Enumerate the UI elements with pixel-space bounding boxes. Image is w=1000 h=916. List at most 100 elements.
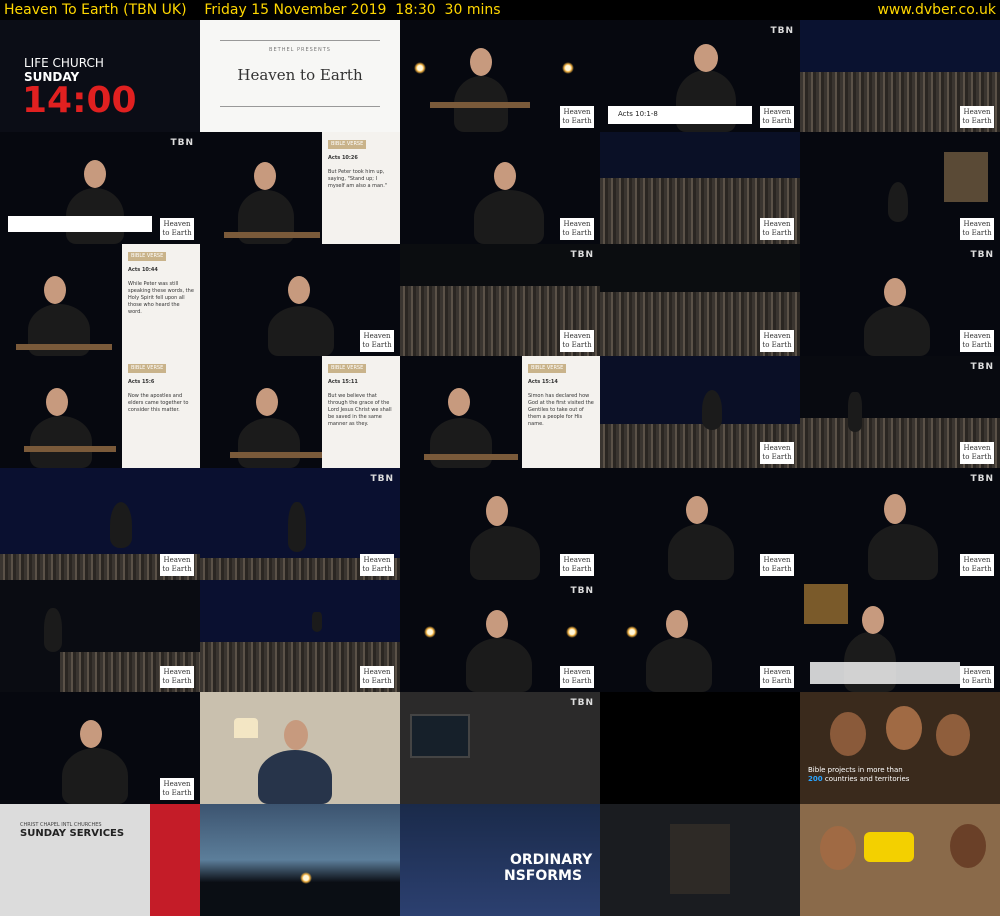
- speaker-head: [666, 610, 688, 638]
- heaven-to-earth-logo: Heaven to Earth: [360, 330, 394, 352]
- speaker-head: [884, 278, 906, 306]
- speaker-figure: [44, 608, 62, 652]
- heaven-to-earth-logo: Heaven to Earth: [360, 666, 394, 688]
- speaker-head: [256, 388, 278, 416]
- thumbnail-r7c2[interactable]: [200, 692, 400, 804]
- thumbnail-r8c5[interactable]: [800, 804, 1000, 916]
- verse-card: BIBLE VERSE Acts 15:11 But we believe th…: [322, 356, 400, 468]
- thumbnail-r5c2[interactable]: TBN Heaven to Earth: [200, 468, 400, 580]
- speaker-figure: [62, 748, 128, 804]
- thumbnail-r1c5[interactable]: Heaven to Earth: [800, 20, 1000, 132]
- thumbnail-r2c3[interactable]: Heaven to Earth: [400, 132, 600, 244]
- speaker-figure: [474, 190, 544, 244]
- thumbnail-r6c4[interactable]: Heaven to Earth: [600, 580, 800, 692]
- speaker-figure: [110, 502, 132, 548]
- heaven-to-earth-logo: Heaven to Earth: [960, 554, 994, 576]
- speaker-figure: [466, 638, 532, 692]
- site-link[interactable]: www.dvber.co.uk: [877, 0, 996, 20]
- verse-tag: BIBLE VERSE: [128, 364, 167, 373]
- thumbnail-r6c3[interactable]: TBN Heaven to Earth: [400, 580, 600, 692]
- title-card-kicker: BETHEL PRESENTS: [269, 47, 331, 53]
- speaker-head: [470, 48, 492, 76]
- thumbnail-r6c5[interactable]: Heaven to Earth: [800, 580, 1000, 692]
- thumbnail-r2c4[interactable]: Heaven to Earth: [600, 132, 800, 244]
- thumbnail-r3c2[interactable]: Heaven to Earth: [200, 244, 400, 356]
- verse-text: But we believe that through the grace of…: [328, 393, 392, 427]
- lamp: [234, 718, 258, 738]
- thumbnail-r6c2[interactable]: Heaven to Earth: [200, 580, 400, 692]
- stage-light: [626, 626, 638, 638]
- lectern: [16, 344, 112, 350]
- heaven-to-earth-logo: Heaven to Earth: [560, 666, 594, 688]
- thumbnail-r1c3[interactable]: Heaven to Earth: [400, 20, 600, 132]
- stage-light: [562, 62, 574, 74]
- thumbnail-r3c3[interactable]: TBN Heaven to Earth: [400, 244, 600, 356]
- speaker-figure: [268, 306, 334, 356]
- speaker-head: [288, 276, 310, 304]
- verse-tag: BIBLE VERSE: [128, 252, 167, 261]
- speaker-head: [486, 610, 508, 638]
- thumbnail-r3c5[interactable]: TBN Heaven to Earth: [800, 244, 1000, 356]
- speaker-figure: [668, 524, 734, 580]
- heaven-to-earth-logo: Heaven to Earth: [960, 442, 994, 464]
- thumbnail-r8c3[interactable]: ORDINARY NSFORMS: [400, 804, 600, 916]
- speaker-figure: [868, 524, 938, 580]
- thumbnail-r2c5[interactable]: Heaven to Earth: [800, 132, 1000, 244]
- thumbnail-r7c4[interactable]: [600, 692, 800, 804]
- speaker-figure: [702, 390, 722, 430]
- heaven-to-earth-logo: Heaven to Earth: [560, 330, 594, 352]
- thumbnail-r5c3[interactable]: Heaven to Earth: [400, 468, 600, 580]
- artwork-panel: [944, 152, 988, 202]
- thumbnail-r8c2[interactable]: [200, 804, 400, 916]
- thumbnail-r3c4[interactable]: Heaven to Earth: [600, 244, 800, 356]
- thumbnail-r7c3[interactable]: TBN: [400, 692, 600, 804]
- speaker-figure: [30, 416, 92, 468]
- thumbnail-r1c1[interactable]: LIFE CHURCH SUNDAY 14:00: [0, 20, 200, 132]
- verse-text: While Peter was still speaking these wor…: [128, 281, 194, 315]
- thumbnail-r2c1[interactable]: TBN Heaven to Earth: [0, 132, 200, 244]
- heaven-to-earth-logo: Heaven to Earth: [560, 554, 594, 576]
- person-head: [886, 706, 922, 750]
- heaven-to-earth-logo: Heaven to Earth: [160, 218, 194, 240]
- heaven-to-earth-logo: Heaven to Earth: [760, 106, 794, 128]
- heaven-to-earth-logo: Heaven to Earth: [960, 666, 994, 688]
- thumbnail-r7c5[interactable]: Bible projects in more than 200 countrie…: [800, 692, 1000, 804]
- fireplace: [670, 824, 730, 894]
- speaker-head: [486, 496, 508, 526]
- heaven-to-earth-logo: Heaven to Earth: [160, 666, 194, 688]
- thumbnail-r4c5[interactable]: TBN Heaven to Earth: [800, 356, 1000, 468]
- yellow-headscarf: [864, 832, 914, 862]
- thumbnail-r1c4[interactable]: TBN Acts 10:1-8 Heaven to Earth: [600, 20, 800, 132]
- bible-promo-caption: Bible projects in more than 200 countrie…: [808, 766, 910, 783]
- thumbnail-r5c5[interactable]: TBN Heaven to Earth: [800, 468, 1000, 580]
- thumbnail-r2c2[interactable]: BIBLE VERSE Acts 10:26 But Peter took hi…: [200, 132, 400, 244]
- thumbnail-r1c2[interactable]: BETHEL PRESENTS Heaven to Earth: [200, 20, 400, 132]
- thumbnail-r6c1[interactable]: Heaven to Earth: [0, 580, 200, 692]
- speaker-head: [494, 162, 516, 190]
- heaven-to-earth-logo: Heaven to Earth: [160, 778, 194, 800]
- heaven-to-earth-logo: Heaven to Earth: [560, 218, 594, 240]
- sunrise-glow: [300, 872, 312, 884]
- sunday-services-title: SUNDAY SERVICES: [20, 828, 125, 839]
- speaker-figure: [864, 306, 930, 356]
- thumbnail-r5c4[interactable]: Heaven to Earth: [600, 468, 800, 580]
- title-card-title: Heaven to Earth: [237, 66, 363, 84]
- lectern: [430, 102, 530, 108]
- thumbnail-r4c4[interactable]: Heaven to Earth: [600, 356, 800, 468]
- lectern: [24, 446, 116, 452]
- thumbnail-r4c3[interactable]: BIBLE VERSE Acts 15:14 Simon has declare…: [400, 356, 600, 468]
- lectern: [230, 452, 324, 458]
- thumbnail-r3c1[interactable]: BIBLE VERSE Acts 10:44 While Peter was s…: [0, 244, 200, 356]
- heaven-to-earth-logo: Heaven to Earth: [160, 554, 194, 576]
- heaven-to-earth-logo: Heaven to Earth: [760, 666, 794, 688]
- tbn-logo: TBN: [570, 586, 594, 596]
- thumbnail-r7c1[interactable]: Heaven to Earth: [0, 692, 200, 804]
- interviewee-head: [284, 720, 308, 750]
- thumbnail-r8c4[interactable]: [600, 804, 800, 916]
- verse-tag: BIBLE VERSE: [328, 364, 367, 373]
- thumbnail-r8c1[interactable]: CHRIST CHAPEL INTL CHURCHES SUNDAY SERVI…: [0, 804, 200, 916]
- thumbnail-r4c1[interactable]: BIBLE VERSE Acts 15:6 Now the apostles a…: [0, 356, 200, 468]
- verse-card: BIBLE VERSE Acts 10:44 While Peter was s…: [122, 244, 200, 356]
- thumbnail-r5c1[interactable]: Heaven to Earth: [0, 468, 200, 580]
- thumbnail-r4c2[interactable]: BIBLE VERSE Acts 15:11 But we believe th…: [200, 356, 400, 468]
